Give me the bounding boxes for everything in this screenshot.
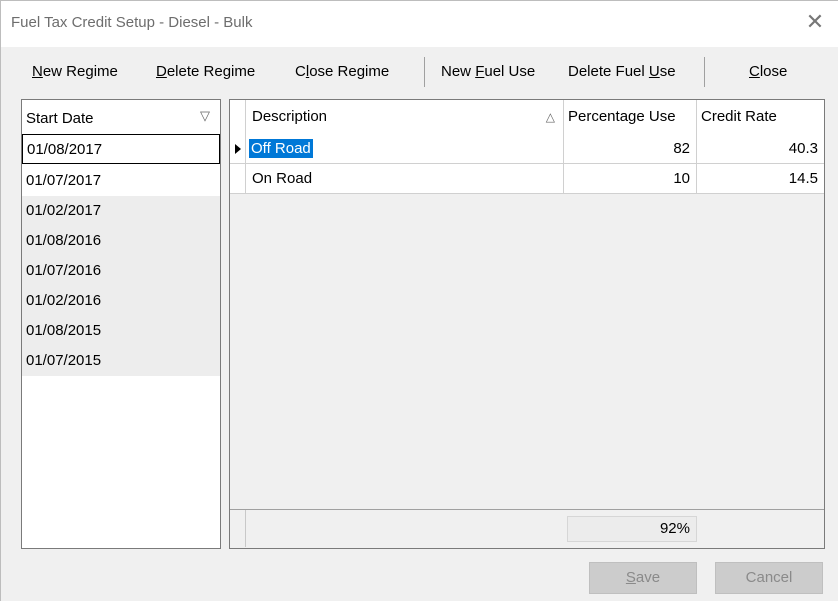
toolbar-separator xyxy=(704,57,705,87)
grid-footer: 92% xyxy=(230,509,824,547)
sort-asc-icon: △ xyxy=(545,110,555,124)
table-row[interactable]: On Road 10 14.5 xyxy=(230,164,824,194)
percentage-use-cell[interactable]: 82 xyxy=(564,134,697,163)
new-regime-button[interactable]: New Regime xyxy=(32,63,118,80)
date-item[interactable]: 01/08/2016 xyxy=(22,226,220,256)
delete-fuel-use-button[interactable]: Delete Fuel Use xyxy=(568,63,676,80)
title-bar: Fuel Tax Credit Setup - Diesel - Bulk ✕ xyxy=(1,1,838,47)
close-regime-button[interactable]: Close Regime xyxy=(295,63,389,80)
new-fuel-use-button[interactable]: New Fuel Use xyxy=(441,63,535,80)
close-button[interactable]: Close xyxy=(749,63,787,80)
row-selector-header xyxy=(230,100,246,134)
date-item[interactable]: 01/07/2016 xyxy=(22,256,220,286)
percentage-use-column-header[interactable]: Percentage Use xyxy=(564,100,697,134)
description-column-header[interactable]: Description △ xyxy=(246,100,564,134)
date-item[interactable]: 01/07/2015 xyxy=(22,346,220,376)
toolbar-separator xyxy=(424,57,425,87)
row-selector[interactable] xyxy=(230,134,246,163)
footer-selector-cell xyxy=(230,510,246,547)
credit-rate-column-header[interactable]: Credit Rate xyxy=(697,100,824,134)
fuel-use-grid[interactable]: Description △ Percentage Use Credit Rate… xyxy=(229,99,825,549)
row-pointer-icon xyxy=(235,144,241,154)
credit-rate-cell[interactable]: 40.3 xyxy=(697,134,824,163)
grid-header: Description △ Percentage Use Credit Rate xyxy=(230,100,824,135)
description-cell[interactable]: On Road xyxy=(246,164,564,193)
start-date-list[interactable]: Start Date ▽ 01/08/2017 01/07/2017 01/02… xyxy=(21,99,221,549)
filter-icon[interactable]: ▽ xyxy=(200,108,210,124)
table-row[interactable]: Off Road 82 40.3 xyxy=(230,134,824,164)
delete-regime-button[interactable]: Delete Regime xyxy=(156,63,255,80)
description-header-label: Description xyxy=(252,108,328,125)
percentage-total: 92% xyxy=(567,516,697,542)
close-icon[interactable]: ✕ xyxy=(803,10,827,34)
date-item[interactable]: 01/08/2015 xyxy=(22,316,220,346)
date-item[interactable]: 01/08/2017 xyxy=(22,134,220,164)
start-date-header[interactable]: Start Date ▽ xyxy=(22,100,220,135)
toolbar: New Regime Delete Regime Close Regime Ne… xyxy=(1,47,838,97)
date-item[interactable]: 01/02/2017 xyxy=(22,196,220,226)
percentage-use-cell[interactable]: 10 xyxy=(564,164,697,193)
date-item[interactable]: 01/07/2017 xyxy=(22,166,220,196)
window-title: Fuel Tax Credit Setup - Diesel - Bulk xyxy=(11,14,253,31)
cancel-button[interactable]: Cancel xyxy=(715,562,823,594)
save-button[interactable]: Save xyxy=(589,562,697,594)
credit-rate-cell[interactable]: 14.5 xyxy=(697,164,824,193)
row-selector[interactable] xyxy=(230,164,246,193)
fuel-tax-credit-window: Fuel Tax Credit Setup - Diesel - Bulk ✕ … xyxy=(0,0,838,601)
date-item[interactable]: 01/02/2016 xyxy=(22,286,220,316)
description-cell[interactable]: Off Road xyxy=(246,134,564,163)
start-date-header-label: Start Date xyxy=(26,110,94,127)
description-value: Off Road xyxy=(249,139,313,158)
